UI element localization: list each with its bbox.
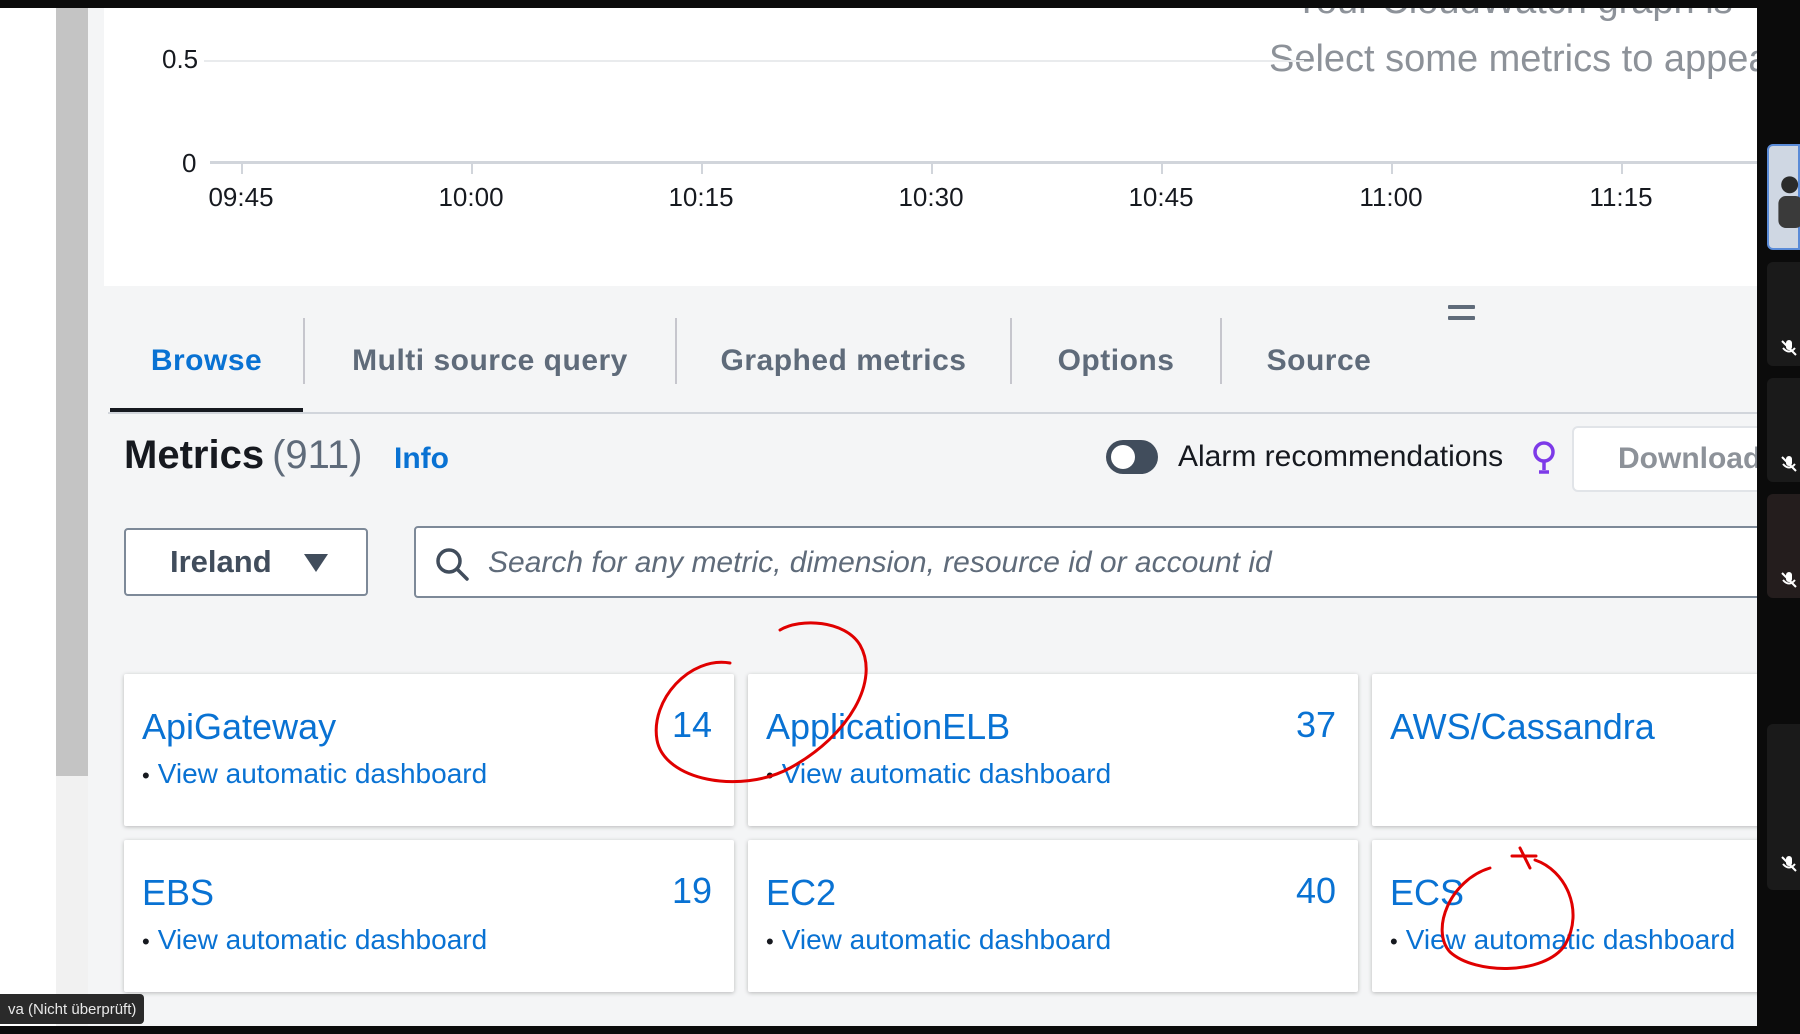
- metrics-count: (911): [272, 433, 363, 477]
- x-tick-label: 11:15: [1589, 182, 1653, 212]
- participant-tile[interactable]: [1767, 724, 1800, 890]
- namespace-card-aws-cassandra[interactable]: AWS/Cassandra: [1372, 674, 1757, 826]
- graph-empty-heading: Your CloudWatch graph is: [1294, 8, 1733, 23]
- x-tick-label: 10:15: [668, 182, 734, 212]
- tab-options[interactable]: Options: [1012, 312, 1220, 410]
- tab-browse[interactable]: Browse: [110, 312, 303, 410]
- metrics-graph: Your CloudWatch graph is Select some met…: [104, 8, 1757, 286]
- x-tick-mark: [471, 164, 473, 174]
- namespace-metric-count: 40: [1295, 870, 1336, 911]
- namespace-metric-count: 37: [1295, 704, 1336, 745]
- participant-tile[interactable]: [1767, 494, 1800, 598]
- namespace-card-applicationelb[interactable]: ApplicationELB 37 • View automatic dashbo…: [748, 674, 1358, 826]
- view-dashboard-link-text[interactable]: View automatic dashboard: [158, 758, 487, 789]
- x-tick-label: 09:45: [208, 182, 274, 212]
- x-tick-mark: [1161, 164, 1163, 174]
- person-avatar-icon: [1778, 176, 1800, 228]
- view-dashboard-link[interactable]: • View automatic dashboard: [766, 758, 1111, 790]
- x-tick-mark: [241, 164, 243, 174]
- x-tick-mark: [701, 164, 703, 174]
- screen-share-frame: Your CloudWatch graph is Select some met…: [0, 8, 1757, 1026]
- x-tick-label: 10:30: [898, 182, 964, 212]
- gridline: [204, 60, 1304, 62]
- namespace-name[interactable]: ApplicationELB: [766, 706, 1010, 748]
- view-dashboard-link-text[interactable]: View automatic dashboard: [782, 924, 1111, 955]
- participant-tile[interactable]: [1767, 262, 1800, 366]
- left-gutter: [0, 8, 56, 1026]
- metric-search-input[interactable]: [486, 528, 1390, 598]
- y-tick-label: 0: [182, 148, 197, 178]
- scrollbar-thumb[interactable]: [56, 8, 88, 776]
- tabs-divider: [108, 412, 1757, 414]
- metric-search-box[interactable]: [414, 526, 1757, 598]
- mic-muted-icon: [1781, 572, 1797, 588]
- namespace-metric-count: 19: [671, 870, 712, 911]
- mic-muted-icon: [1781, 340, 1797, 356]
- x-tick-mark: [1391, 164, 1393, 174]
- tab-source[interactable]: Source: [1222, 312, 1416, 410]
- namespace-metric-count: 14: [671, 704, 712, 745]
- metrics-heading-label: Metrics: [124, 433, 265, 477]
- participant-tile[interactable]: [1767, 378, 1800, 482]
- x-axis-line: [210, 161, 1757, 164]
- namespace-name[interactable]: AWS/Cassandra: [1390, 706, 1655, 748]
- namespace-card-ec2[interactable]: EC2 40 • View automatic dashboard: [748, 840, 1358, 992]
- namespace-name[interactable]: EBS: [142, 872, 214, 914]
- caret-down-icon: [304, 554, 328, 572]
- alarm-recommendations-label: Alarm recommendations: [1178, 440, 1504, 473]
- region-select-value: Ireland: [170, 544, 272, 579]
- search-icon: [436, 548, 469, 581]
- participant-video-tile[interactable]: [1767, 144, 1800, 250]
- namespace-card-apigateway[interactable]: ApiGateway 14 • View automatic dashboard: [124, 674, 734, 826]
- metrics-tabs: Browse Multi source query Graphed metric…: [110, 312, 1757, 414]
- view-dashboard-link-text[interactable]: View automatic dashboard: [1406, 924, 1735, 955]
- tab-graphed-metrics[interactable]: Graphed metrics: [677, 312, 1010, 410]
- lightbulb-icon: [1533, 441, 1555, 474]
- metrics-heading: Metrics (911): [124, 433, 362, 478]
- x-tick-label: 11:00: [1359, 182, 1423, 212]
- namespace-name[interactable]: ECS: [1390, 872, 1464, 914]
- view-dashboard-link[interactable]: • View automatic dashboard: [142, 758, 487, 790]
- download-button[interactable]: Download: [1572, 426, 1757, 492]
- y-tick-label: 0.5: [162, 44, 199, 74]
- x-tick-label: 10:45: [1128, 182, 1194, 212]
- view-dashboard-link[interactable]: • View automatic dashboard: [1390, 924, 1735, 956]
- graph-empty-message: Select some metrics to appear: [1269, 38, 1757, 80]
- namespace-name[interactable]: EC2: [766, 872, 836, 914]
- namespace-cards: ApiGateway 14 • View automatic dashboard …: [104, 644, 1757, 1026]
- region-select[interactable]: Ireland: [124, 528, 368, 596]
- participant-strip: [1757, 0, 1800, 1034]
- participant-name-tag: va (Nicht überprüft): [0, 994, 145, 1024]
- view-dashboard-link[interactable]: • View automatic dashboard: [766, 924, 1111, 956]
- x-tick-mark: [931, 164, 933, 174]
- toggle-knob: [1111, 445, 1135, 469]
- tab-multi-source-query[interactable]: Multi source query: [305, 312, 675, 410]
- view-dashboard-link-text[interactable]: View automatic dashboard: [158, 924, 487, 955]
- namespace-card-ecs[interactable]: ECS • View automatic dashboard: [1372, 840, 1757, 992]
- namespace-card-ebs[interactable]: EBS 19 • View automatic dashboard: [124, 840, 734, 992]
- mic-muted-icon: [1781, 856, 1797, 872]
- view-dashboard-link-text[interactable]: View automatic dashboard: [782, 758, 1111, 789]
- cloudwatch-metrics-content: Your CloudWatch graph is Select some met…: [88, 8, 1757, 1026]
- mic-muted-icon: [1781, 456, 1797, 472]
- info-link[interactable]: Info: [394, 442, 449, 476]
- x-tick-mark: [1621, 164, 1623, 174]
- alarm-recommendations-toggle[interactable]: [1106, 440, 1158, 474]
- x-tick-label: 10:00: [438, 182, 504, 212]
- view-dashboard-link[interactable]: • View automatic dashboard: [142, 924, 487, 956]
- namespace-name[interactable]: ApiGateway: [142, 706, 336, 748]
